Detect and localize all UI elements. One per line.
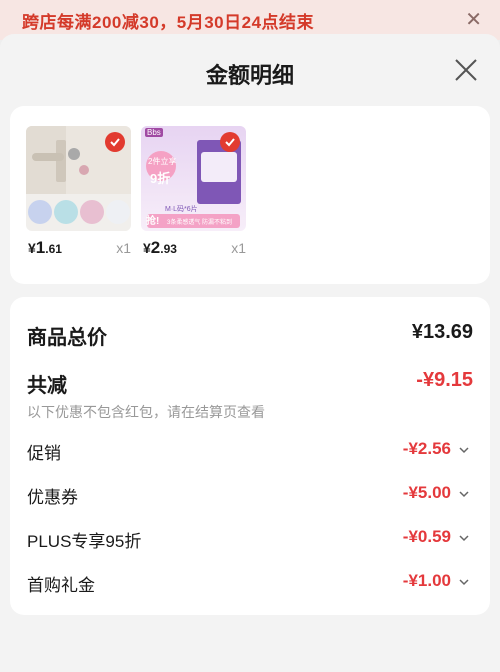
product-quantity: x1 (231, 240, 246, 256)
product-quantity: x1 (116, 240, 131, 256)
total-price-label: 商品总价 (27, 327, 107, 349)
detail-label: 优惠券 (27, 488, 78, 507)
product-image-discount: 9折 (150, 171, 171, 186)
product-image-tagline: 3条柔感透气 防漏不粘到 (167, 220, 233, 226)
total-price-row: 商品总价 ¥13.69 (27, 319, 473, 349)
detail-value: -¥0.59 (402, 527, 451, 546)
amount-detail-sheet: 金额明细 ¥1.61 x1 Bbs 2件立享 9折 M·L码*6片 抢! 3条柔… (0, 34, 500, 672)
chevron-down-icon[interactable] (459, 577, 469, 587)
total-reduce-row: 共减 -¥9.15 (27, 367, 473, 397)
discount-note: 以下优惠不包含红包，请在结算页查看 (27, 404, 265, 420)
total-reduce-label: 共减 (27, 375, 67, 397)
selected-check-icon[interactable] (105, 132, 125, 152)
detail-row-plus-discount[interactable]: PLUS专享95折 -¥0.59 (27, 525, 473, 551)
product-image-grab: 抢! (146, 216, 160, 227)
product-image[interactable] (26, 126, 131, 231)
detail-value: -¥1.00 (402, 571, 451, 590)
amount-breakdown-card: 商品总价 ¥13.69 共减 -¥9.15 以下优惠不包含红包，请在结算页查看 … (10, 297, 490, 615)
product-image-brand: Bbs (145, 128, 163, 137)
detail-label: PLUS专享95折 (27, 532, 142, 551)
total-price-value: ¥13.69 (411, 321, 473, 343)
product-image-badge: 2件立享 (148, 157, 177, 166)
detail-row-promotion[interactable]: 促销 -¥2.56 (27, 437, 473, 463)
close-icon[interactable]: ✕ (465, 10, 482, 30)
detail-row-first-purchase-gift[interactable]: 首购礼金 -¥1.00 (27, 569, 473, 595)
product-item[interactable]: Bbs 2件立享 9折 M·L码*6片 抢! 3条柔感透气 防漏不粘到 ¥2.9… (141, 126, 246, 257)
detail-label: 首购礼金 (27, 576, 95, 595)
product-price: ¥1.61 (28, 238, 62, 257)
product-item[interactable]: ¥1.61 x1 (26, 126, 131, 257)
product-price: ¥2.93 (143, 238, 177, 257)
detail-value: -¥5.00 (402, 483, 451, 502)
promo-banner-text: 跨店每满200减30，5月30日24点结束 (22, 12, 315, 32)
selected-check-icon[interactable] (220, 132, 240, 152)
detail-value: -¥2.56 (402, 439, 451, 458)
product-image[interactable]: Bbs 2件立享 9折 M·L码*6片 抢! 3条柔感透气 防漏不粘到 (141, 126, 246, 231)
sheet-header: 金额明细 (0, 34, 500, 106)
total-reduce-value: -¥9.15 (416, 369, 473, 391)
sheet-title: 金额明细 (205, 63, 294, 88)
detail-label: 促销 (27, 444, 61, 463)
detail-row-coupon[interactable]: 优惠券 -¥5.00 (27, 481, 473, 507)
chevron-down-icon[interactable] (459, 533, 469, 543)
product-list-card: ¥1.61 x1 Bbs 2件立享 9折 M·L码*6片 抢! 3条柔感透气 防… (10, 106, 490, 284)
product-image-size: M·L码*6片 (165, 206, 198, 213)
chevron-down-icon[interactable] (459, 489, 469, 499)
close-icon[interactable] (452, 56, 480, 84)
chevron-down-icon[interactable] (459, 445, 469, 455)
